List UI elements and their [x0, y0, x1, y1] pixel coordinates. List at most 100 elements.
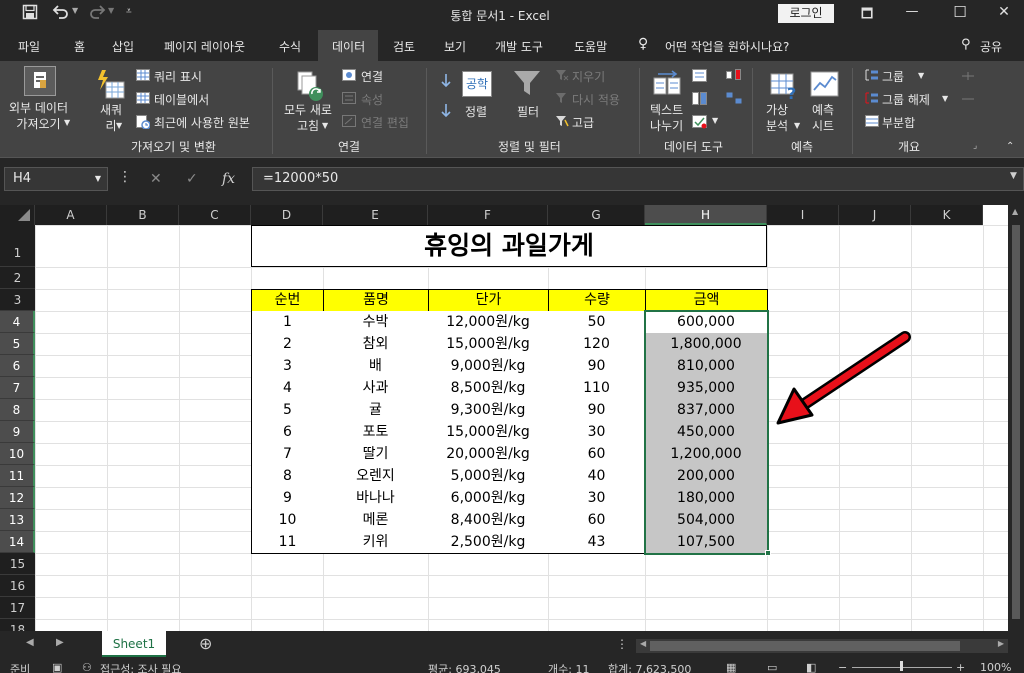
table-cell[interactable]: 600,000 [645, 311, 768, 334]
column-header-c[interactable]: C [179, 205, 251, 225]
group-dropdown-icon[interactable]: ▼ [918, 71, 924, 80]
table-cell[interactable]: 450,000 [645, 421, 768, 444]
table-header-cell[interactable]: 품명 [323, 289, 429, 312]
row-header-12[interactable]: 12 [0, 487, 35, 509]
tell-me-search[interactable]: 어떤 작업을 원하시나요? [665, 38, 789, 55]
vertical-scrollbar[interactable]: ▲ [1008, 205, 1024, 631]
table-cell[interactable]: 사과 [323, 377, 429, 400]
row-header-18[interactable]: 18 [0, 619, 35, 631]
table-cell[interactable]: 30 [548, 487, 646, 510]
formula-bar-more-icon[interactable]: ⋮ [118, 169, 132, 185]
table-cell[interactable]: 배 [323, 355, 429, 378]
horizontal-scrollbar[interactable]: ◀ ▶ [636, 639, 1008, 653]
table-cell[interactable]: 1 [251, 311, 324, 334]
what-if-button[interactable]: 가상 분석 [766, 102, 788, 134]
sheet-tab-sheet1[interactable]: Sheet1 [102, 631, 166, 657]
table-cell[interactable]: 15,000원/kg [428, 333, 549, 356]
tab-review[interactable]: 검토 [393, 38, 415, 55]
column-header-d[interactable]: D [251, 205, 323, 225]
table-cell[interactable]: 11 [251, 531, 324, 554]
table-cell[interactable]: 수박 [323, 311, 429, 334]
save-icon[interactable] [22, 4, 38, 24]
row-header-5[interactable]: 5 [0, 333, 35, 355]
table-cell[interactable]: 1,800,000 [645, 333, 768, 356]
reapply-button[interactable]: 다시 적용 [572, 91, 620, 108]
sort-button[interactable]: 정렬 [465, 103, 487, 120]
table-cell[interactable]: 810,000 [645, 355, 768, 378]
forecast-sheet-icon[interactable] [810, 70, 840, 101]
sheet-next-icon[interactable]: ▶ [56, 637, 64, 648]
tab-data[interactable]: 데이터 [332, 38, 365, 55]
table-cell[interactable]: 200,000 [645, 465, 768, 488]
row-header-3[interactable]: 3 [0, 289, 35, 311]
redo-icon[interactable] [88, 4, 106, 24]
external-data-icon[interactable] [24, 66, 56, 96]
table-cell[interactable]: 935,000 [645, 377, 768, 400]
macro-record-icon[interactable]: ▣ [52, 661, 62, 673]
table-cell[interactable]: 키위 [323, 531, 429, 554]
row-header-4[interactable]: 4 [0, 311, 35, 333]
ungroup-button[interactable]: 그룹 해제 [882, 91, 930, 108]
table-cell[interactable]: 837,000 [645, 399, 768, 422]
table-cell[interactable]: 1,200,000 [645, 443, 768, 466]
table-cell[interactable]: 귤 [323, 399, 429, 422]
table-cell[interactable]: 딸기 [323, 443, 429, 466]
table-cell[interactable]: 6 [251, 421, 324, 444]
sheet-title-cell[interactable]: 휴잉의 과일가게 [251, 225, 767, 267]
table-cell[interactable]: 15,000원/kg [428, 421, 549, 444]
outline-dialog-launcher-icon[interactable]: ⌟ [973, 141, 977, 151]
subtotal-button[interactable]: 부분합 [882, 114, 915, 131]
zoom-in-icon[interactable]: + [956, 661, 965, 673]
row-header-6[interactable]: 6 [0, 355, 35, 377]
zoom-level[interactable]: 100% [980, 661, 1011, 673]
column-header-g[interactable]: G [548, 205, 645, 225]
tab-file[interactable]: 파일 [18, 38, 40, 55]
column-header-b[interactable]: B [107, 205, 179, 225]
table-cell[interactable]: 8,500원/kg [428, 377, 549, 400]
column-header-e[interactable]: E [323, 205, 428, 225]
expand-formula-bar-icon[interactable]: ▼ [1010, 171, 1017, 181]
customize-qat-icon[interactable]: ⩡ [126, 6, 132, 17]
table-cell[interactable]: 110 [548, 377, 646, 400]
cancel-entry-icon[interactable]: ✕ [150, 171, 162, 187]
table-cell[interactable]: 90 [548, 399, 646, 422]
edit-links-button[interactable]: 연결 편집 [361, 114, 409, 131]
formula-input[interactable]: =12000*50 [252, 167, 1024, 191]
undo-icon[interactable] [52, 4, 70, 24]
maximize-icon[interactable]: ☐ [945, 3, 975, 21]
column-header-i[interactable]: I [767, 205, 839, 225]
row-header-2[interactable]: 2 [0, 267, 35, 289]
page-layout-view-icon[interactable]: ▭ [767, 661, 777, 673]
table-cell[interactable]: 120 [548, 333, 646, 356]
group-button[interactable]: 그룹 [882, 68, 904, 85]
zoom-slider-thumb[interactable] [900, 661, 903, 671]
properties-button[interactable]: 속성 [361, 91, 383, 108]
table-cell[interactable]: 9,300원/kg [428, 399, 549, 422]
new-query-dropdown-icon[interactable]: ▼ [116, 121, 122, 130]
add-sheet-icon[interactable]: ⊕ [199, 634, 212, 653]
table-header-cell[interactable]: 단가 [428, 289, 549, 312]
hscroll-thumb[interactable] [650, 641, 960, 651]
table-cell[interactable]: 504,000 [645, 509, 768, 532]
ribbon-display-icon[interactable]: 🗖 [852, 5, 882, 27]
row-header-15[interactable]: 15 [0, 553, 35, 575]
tab-formulas[interactable]: 수식 [279, 38, 301, 55]
consolidate-icon[interactable] [726, 69, 742, 84]
row-header-8[interactable]: 8 [0, 399, 35, 421]
row-header-9[interactable]: 9 [0, 421, 35, 443]
row-header-11[interactable]: 11 [0, 465, 35, 487]
share-person-icon[interactable]: ⚲ [961, 37, 971, 52]
table-header-cell[interactable]: 수량 [548, 289, 646, 312]
tab-insert[interactable]: 삽입 [112, 38, 134, 55]
table-cell[interactable]: 12,000원/kg [428, 311, 549, 334]
tab-view[interactable]: 보기 [444, 38, 466, 55]
table-cell[interactable]: 30 [548, 421, 646, 444]
tab-split-handle-icon[interactable]: ⋮ [616, 637, 628, 651]
table-cell[interactable]: 바나나 [323, 487, 429, 510]
column-header-a[interactable]: A [35, 205, 107, 225]
scroll-right-icon[interactable]: ▶ [998, 639, 1004, 648]
clear-button[interactable]: 지우기 [572, 68, 605, 85]
row-header-13[interactable]: 13 [0, 509, 35, 531]
scroll-up-icon[interactable]: ▲ [1012, 207, 1018, 216]
table-cell[interactable]: 107,500 [645, 531, 768, 554]
